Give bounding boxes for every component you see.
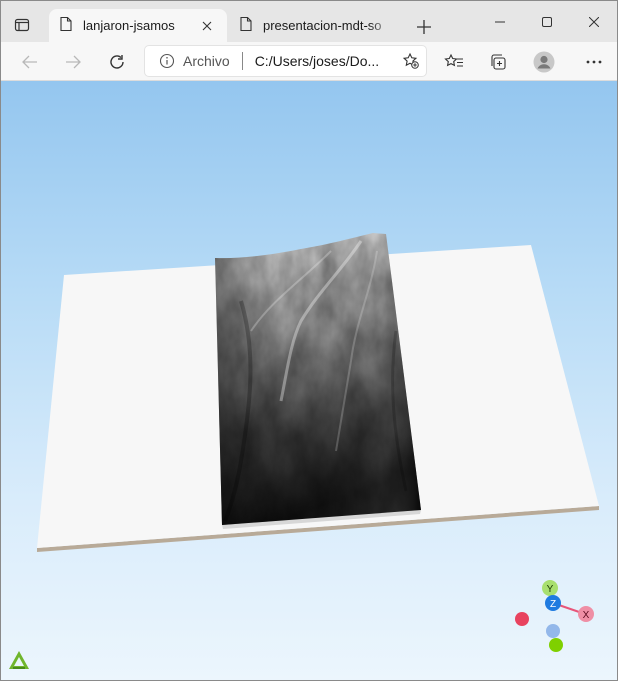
more-icon[interactable] <box>579 47 609 77</box>
new-tab-icon[interactable] <box>411 14 437 40</box>
page-icon <box>239 16 253 35</box>
tab-lanjaron[interactable]: lanjaron-jsamos <box>49 9 227 42</box>
minimize-icon[interactable] <box>476 1 523 42</box>
profile-icon[interactable] <box>529 47 559 77</box>
nav-toolbar: Archivo C:/Users/joses/Do... <box>1 42 617 81</box>
terrain-dem[interactable] <box>215 233 421 529</box>
collections-icon[interactable] <box>483 47 513 77</box>
browser-window: lanjaron-jsamos presentacion-mdt-so Arch… <box>0 0 618 681</box>
triangle-logo-icon <box>7 649 31 676</box>
address-bar[interactable]: Archivo C:/Users/joses/Do... <box>145 46 426 76</box>
close-window-icon[interactable] <box>570 1 617 42</box>
page-icon <box>59 16 73 35</box>
address-divider <box>241 52 243 70</box>
axis-x-negative[interactable] <box>515 612 529 626</box>
add-favorite-icon[interactable] <box>396 52 426 70</box>
tab-title: lanjaron-jsamos <box>83 18 175 33</box>
info-icon[interactable] <box>159 53 177 69</box>
tab-title: presentacion-mdt-so <box>263 18 382 33</box>
maximize-icon[interactable] <box>523 1 570 42</box>
window-controls <box>476 1 617 42</box>
refresh-icon[interactable] <box>102 47 132 77</box>
3d-viewport[interactable]: Y X Z <box>1 81 618 681</box>
forward-icon[interactable] <box>58 47 88 77</box>
back-icon[interactable] <box>15 47 45 77</box>
axis-z-negative[interactable] <box>546 624 560 638</box>
url-text[interactable]: C:/Users/joses/Do... <box>255 53 396 69</box>
axis-x-label: X <box>583 610 590 621</box>
axis-y-label: Y <box>547 584 554 595</box>
favorites-icon[interactable] <box>439 47 469 77</box>
close-icon[interactable] <box>197 16 217 36</box>
terrain-scene[interactable]: Y X Z <box>1 81 618 681</box>
axis-y-negative[interactable] <box>549 638 563 652</box>
axis-gizmo[interactable]: Y X Z <box>515 580 594 652</box>
tab-actions-icon[interactable] <box>7 11 37 39</box>
axis-z-label: Z <box>550 599 556 610</box>
tab-presentacion[interactable]: presentacion-mdt-so <box>229 9 405 42</box>
tab-strip: lanjaron-jsamos presentacion-mdt-so <box>1 1 617 42</box>
scheme-label: Archivo <box>183 53 230 69</box>
